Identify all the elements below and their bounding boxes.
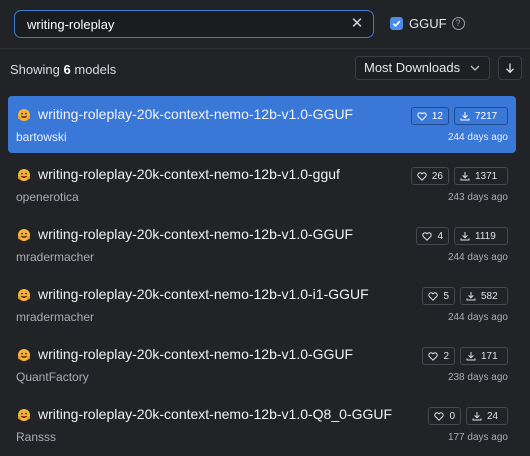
downloads-count: 171	[481, 350, 498, 362]
search-bar: ✕ GGUF ?	[0, 0, 530, 48]
heart-icon	[434, 411, 449, 421]
model-name: writing-roleplay-20k-context-nemo-12b-v1…	[38, 286, 369, 302]
hugging-face-icon	[17, 408, 31, 422]
likes-badge: 4	[416, 227, 449, 245]
results-toolbar: Showing 6 models Most Downloads	[0, 49, 530, 89]
hugging-face-icon	[17, 288, 31, 302]
model-author: openerotica	[16, 190, 79, 204]
likes-count: 4	[437, 230, 443, 242]
results-count: 6	[63, 62, 71, 77]
downloads-count: 582	[481, 290, 498, 302]
model-name: writing-roleplay-20k-context-nemo-12b-v1…	[38, 406, 393, 422]
model-row[interactable]: writing-roleplay-20k-context-nemo-12b-v1…	[8, 96, 516, 153]
model-author: Ransss	[16, 430, 57, 444]
model-author: mradermacher	[16, 250, 95, 264]
download-icon	[460, 171, 475, 181]
hugging-face-icon	[17, 228, 31, 242]
download-icon	[466, 291, 481, 301]
downloads-count: 24	[487, 410, 499, 422]
model-row[interactable]: writing-roleplay-20k-context-nemo-12b-v1…	[8, 336, 516, 393]
likes-badge: 5	[422, 287, 455, 305]
updated-time: 244 days ago	[447, 132, 508, 143]
model-row[interactable]: writing-roleplay-20k-context-nemo-12b-v1…	[8, 276, 516, 333]
search-input[interactable]	[27, 16, 347, 32]
likes-count: 12	[431, 110, 443, 122]
heart-icon	[428, 291, 443, 301]
hugging-face-icon	[17, 168, 31, 182]
heart-icon	[428, 351, 443, 361]
likes-count: 5	[443, 290, 449, 302]
results-count-text: Showing 6 models	[10, 62, 116, 77]
likes-badge: 26	[410, 167, 449, 185]
model-row[interactable]: writing-roleplay-20k-context-nemo-12b-v1…	[8, 396, 516, 453]
heart-icon	[417, 111, 432, 121]
hugging-face-icon	[17, 108, 31, 122]
updated-time: 244 days ago	[447, 252, 508, 263]
downloads-count: 1119	[475, 230, 496, 242]
gguf-checkbox[interactable]	[390, 17, 403, 30]
downloads-count: 1371	[475, 170, 498, 182]
heart-icon	[417, 171, 432, 181]
likes-badge: 12	[410, 107, 449, 125]
sort-selected-value: Most Downloads	[364, 60, 461, 75]
download-icon	[466, 351, 481, 361]
clear-search-icon[interactable]: ✕	[349, 16, 365, 32]
updated-time: 238 days ago	[447, 372, 508, 383]
updated-time: 177 days ago	[447, 432, 508, 443]
likes-count: 0	[449, 410, 455, 422]
likes-count: 26	[431, 170, 443, 182]
updated-time: 244 days ago	[447, 312, 508, 323]
downloads-badge: 1371	[454, 167, 508, 185]
heart-icon	[422, 231, 437, 241]
sort-direction-button[interactable]	[498, 56, 522, 80]
model-author: QuantFactory	[16, 370, 89, 384]
likes-count: 2	[443, 350, 449, 362]
sort-dropdown[interactable]: Most Downloads	[355, 56, 490, 80]
likes-badge: 0	[428, 407, 461, 425]
search-box[interactable]: ✕	[14, 10, 374, 38]
download-icon	[460, 111, 475, 121]
downloads-badge: 7217	[454, 107, 508, 125]
downloads-count: 7217	[475, 110, 498, 122]
updated-time: 243 days ago	[447, 192, 508, 203]
download-icon	[472, 411, 487, 421]
downloads-badge: 1119	[454, 227, 508, 245]
model-name: writing-roleplay-20k-context-nemo-12b-v1…	[38, 166, 340, 182]
model-row[interactable]: writing-roleplay-20k-context-nemo-12b-v1…	[8, 216, 516, 273]
model-name: writing-roleplay-20k-context-nemo-12b-v1…	[38, 226, 354, 242]
model-author: mradermacher	[16, 310, 95, 324]
chevron-down-icon	[470, 65, 480, 71]
downloads-badge: 582	[460, 287, 508, 305]
downloads-badge: 24	[466, 407, 508, 425]
gguf-label: GGUF	[409, 16, 447, 31]
help-icon[interactable]: ?	[451, 17, 465, 30]
results-prefix: Showing	[10, 62, 60, 77]
download-icon	[460, 231, 475, 241]
model-name: writing-roleplay-20k-context-nemo-12b-v1…	[38, 346, 354, 362]
downloads-badge: 171	[460, 347, 508, 365]
model-name: writing-roleplay-20k-context-nemo-12b-v1…	[38, 106, 354, 122]
arrow-down-icon	[506, 63, 514, 74]
gguf-filter[interactable]: GGUF ?	[390, 16, 465, 31]
model-author: bartowski	[16, 130, 67, 144]
model-row[interactable]: writing-roleplay-20k-context-nemo-12b-v1…	[8, 156, 516, 213]
hugging-face-icon	[17, 348, 31, 362]
results-suffix: models	[74, 62, 117, 77]
likes-badge: 2	[422, 347, 455, 365]
